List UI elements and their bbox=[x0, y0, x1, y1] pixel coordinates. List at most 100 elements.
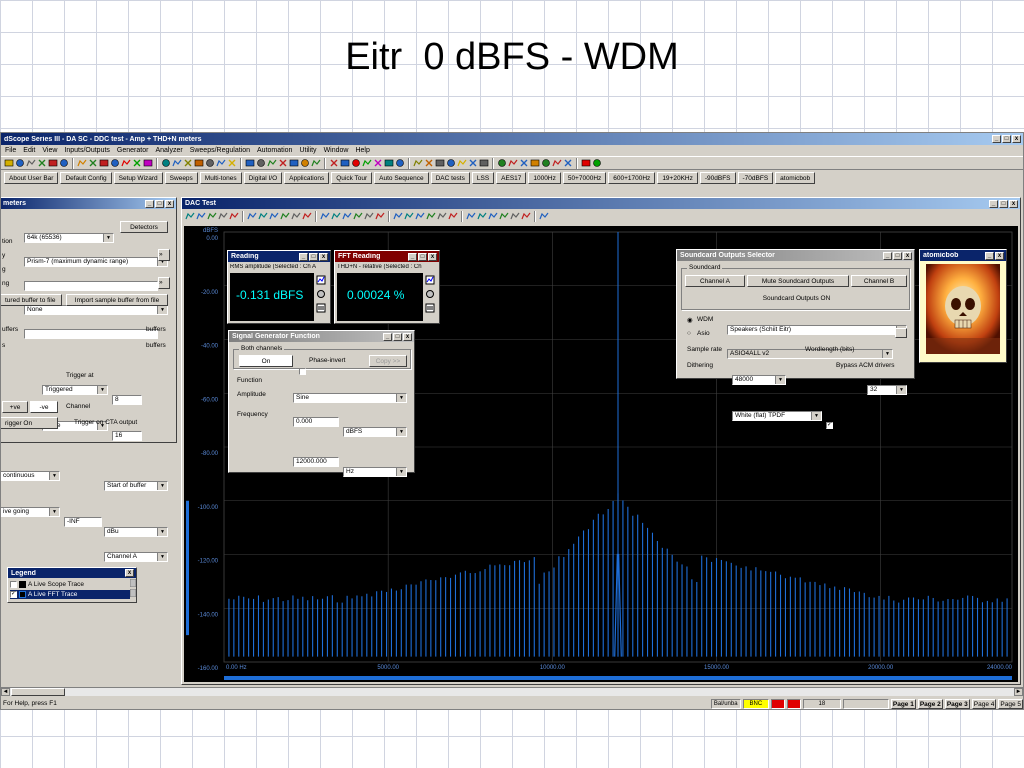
empty-field-2[interactable] bbox=[24, 329, 158, 339]
auto-sequence-button[interactable]: Auto Sequence bbox=[374, 171, 429, 184]
config-icon[interactable] bbox=[267, 158, 277, 168]
edge-select[interactable]: ive going bbox=[1, 507, 60, 517]
minimize-icon[interactable]: _ bbox=[408, 252, 417, 261]
meter-icon[interactable] bbox=[300, 158, 310, 168]
properties-icon[interactable] bbox=[130, 589, 136, 597]
page-4-tab[interactable]: Page 4 bbox=[971, 698, 997, 709]
trace-icon[interactable] bbox=[247, 211, 257, 221]
play-icon[interactable] bbox=[161, 158, 171, 168]
menu-help[interactable]: Help bbox=[355, 147, 369, 154]
menu-analyzer[interactable]: Analyzer bbox=[155, 147, 182, 154]
print-icon[interactable] bbox=[26, 158, 36, 168]
channel-a-button[interactable]: Channel A bbox=[685, 275, 745, 287]
asio-config-button[interactable] bbox=[895, 328, 907, 338]
channel-b-button[interactable]: Channel B bbox=[851, 275, 907, 287]
filter-icon[interactable] bbox=[424, 158, 434, 168]
marker-icon[interactable] bbox=[375, 211, 385, 221]
amplitude-unit-select[interactable]: dBFS bbox=[343, 427, 407, 437]
autoscale-icon[interactable] bbox=[437, 211, 447, 221]
asio-radio[interactable]: ○ bbox=[687, 330, 691, 337]
zoom-out-icon[interactable] bbox=[280, 211, 290, 221]
amplitude-field[interactable]: 0.000 bbox=[293, 417, 339, 427]
function-select[interactable]: Sine bbox=[293, 393, 407, 403]
generator-on-button[interactable]: On bbox=[239, 355, 293, 367]
stop-icon[interactable] bbox=[351, 158, 361, 168]
zoom-out-icon[interactable] bbox=[499, 211, 509, 221]
minimize-icon[interactable]: _ bbox=[992, 135, 1001, 143]
stop-icon[interactable] bbox=[581, 158, 591, 168]
scope-icon[interactable] bbox=[329, 158, 339, 168]
legend-item-scope[interactable]: A Live Scope Trace bbox=[10, 580, 130, 589]
multi-tones-button[interactable]: Multi-tones bbox=[199, 171, 242, 184]
zoom-out-icon[interactable] bbox=[426, 211, 436, 221]
help-icon[interactable] bbox=[446, 158, 456, 168]
expand-button[interactable]: » bbox=[158, 249, 170, 261]
minimize-icon[interactable]: _ bbox=[299, 252, 308, 261]
zoom-in-icon[interactable] bbox=[488, 211, 498, 221]
settings-icon[interactable] bbox=[425, 289, 435, 299]
save-icon[interactable] bbox=[468, 158, 478, 168]
maximize-icon[interactable]: □ bbox=[1002, 135, 1011, 143]
wdm-device-select[interactable]: Speakers (Schiit Eitr) bbox=[727, 325, 907, 335]
menu-inputs-outputs[interactable]: Inputs/Outputs bbox=[64, 147, 110, 154]
dithering-select[interactable]: White (flat) TPDF bbox=[732, 411, 822, 421]
record-icon[interactable] bbox=[373, 158, 383, 168]
zoom-out-icon[interactable] bbox=[207, 211, 217, 221]
close-icon[interactable]: x bbox=[995, 251, 1004, 260]
close-icon[interactable]: x bbox=[1009, 199, 1018, 208]
detectors-button[interactable]: Detectors bbox=[120, 221, 168, 233]
wdm-radio[interactable]: ◉ bbox=[687, 316, 693, 324]
cursor-icon[interactable] bbox=[477, 211, 487, 221]
autoscale-icon[interactable] bbox=[291, 211, 301, 221]
chart-icon[interactable] bbox=[172, 158, 182, 168]
dac-tests-button[interactable]: DAC tests bbox=[430, 171, 470, 184]
buffer-size-select[interactable]: 64k (65536) bbox=[24, 233, 114, 243]
analyzer-icon[interactable] bbox=[519, 158, 529, 168]
menu-generator[interactable]: Generator bbox=[117, 147, 149, 154]
marker-icon[interactable] bbox=[229, 211, 239, 221]
log-icon[interactable] bbox=[425, 303, 435, 313]
source-select[interactable]: None bbox=[24, 305, 168, 315]
menu-automation[interactable]: Automation bbox=[257, 147, 292, 154]
applications-button[interactable]: Applications bbox=[284, 171, 330, 184]
autoscale-icon[interactable] bbox=[510, 211, 520, 221]
continuous-select[interactable]: continuous bbox=[1, 471, 60, 481]
positive-edge-button[interactable]: +ve bbox=[2, 401, 28, 413]
tool-icon[interactable] bbox=[435, 158, 445, 168]
digital-io-button[interactable]: Digital I/O bbox=[243, 171, 283, 184]
fft-icon[interactable] bbox=[340, 158, 350, 168]
marker-icon[interactable] bbox=[521, 211, 531, 221]
zoom-icon[interactable] bbox=[413, 158, 423, 168]
close-icon[interactable]: x bbox=[319, 252, 328, 261]
trigger-on-button[interactable]: rigger On bbox=[1, 417, 58, 429]
import-buffer-button[interactable]: Import sample buffer from file bbox=[66, 294, 168, 306]
scope-icon[interactable] bbox=[99, 158, 109, 168]
tool-icon[interactable] bbox=[205, 158, 215, 168]
fft-icon[interactable] bbox=[110, 158, 120, 168]
trace-icon[interactable] bbox=[466, 211, 476, 221]
window-select[interactable]: Prism-7 (maximum dynamic range) bbox=[24, 257, 168, 267]
config-icon[interactable] bbox=[497, 158, 507, 168]
minus90dbfs-button[interactable]: -90dBFS bbox=[699, 171, 736, 184]
1000hz-button[interactable]: 1000Hz bbox=[528, 171, 561, 184]
copy-button[interactable]: Copy >> bbox=[369, 355, 407, 367]
log-icon[interactable] bbox=[316, 303, 326, 313]
minimize-icon[interactable]: _ bbox=[985, 251, 994, 260]
open-icon[interactable] bbox=[457, 158, 467, 168]
bypass-acm-checkbox[interactable]: ✓ bbox=[826, 422, 833, 429]
zoom-in-icon[interactable] bbox=[196, 211, 206, 221]
autoscale-icon[interactable] bbox=[364, 211, 374, 221]
maximize-icon[interactable]: □ bbox=[309, 252, 318, 261]
close-icon[interactable]: x bbox=[903, 251, 912, 260]
stop-icon[interactable] bbox=[121, 158, 131, 168]
scroll-thumb[interactable] bbox=[11, 688, 65, 696]
menu-window[interactable]: Window bbox=[324, 147, 349, 154]
page-1-tab[interactable]: Page 1 bbox=[890, 698, 916, 709]
zoom-in-icon[interactable] bbox=[342, 211, 352, 221]
trigger-at-select[interactable]: Start of buffer bbox=[104, 481, 168, 491]
page-5-tab[interactable]: Page 5 bbox=[998, 698, 1023, 709]
menu-edit[interactable]: Edit bbox=[23, 147, 35, 154]
fft-icon[interactable] bbox=[563, 158, 573, 168]
config-icon[interactable] bbox=[37, 158, 47, 168]
level-unit-select[interactable]: dBu bbox=[104, 527, 168, 537]
